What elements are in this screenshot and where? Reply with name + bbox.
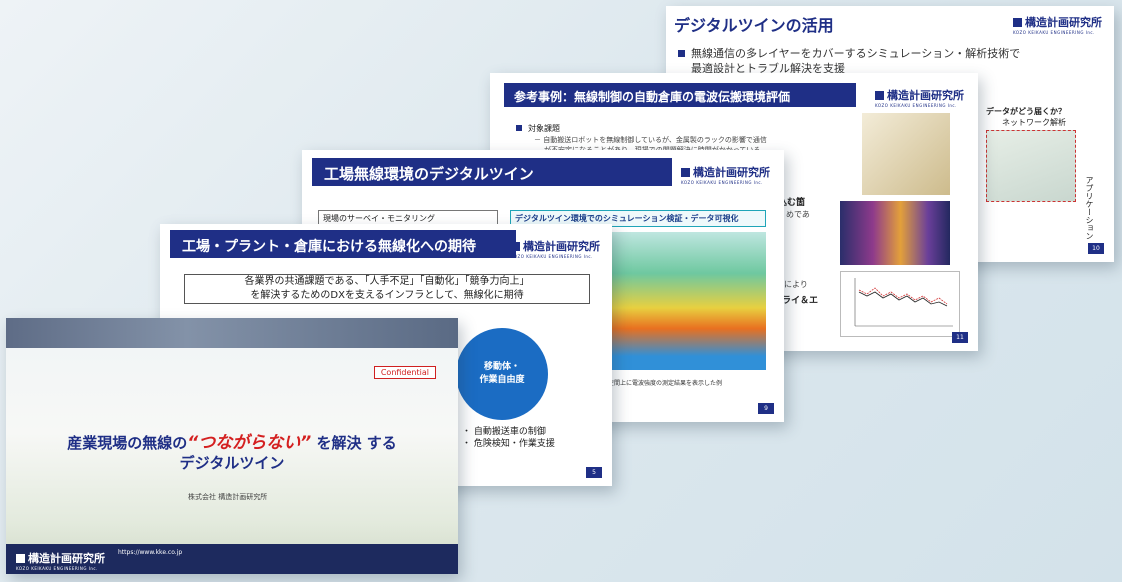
rack-model-image: [862, 113, 950, 195]
slide-title-bar: 工場・プラント・倉庫における無線化への期待: [170, 230, 516, 258]
slide-title-bar: 参考事例：無線制御の自動倉庫の電波伝搬環境評価: [504, 83, 856, 107]
company-logo: 構造計画研究所 KOZO KEIKAKU ENGINEERING Inc.: [16, 552, 105, 571]
page-number: 11: [952, 332, 968, 343]
company-logo: 構造計画研究所 KOZO KEIKAKU ENGINEERING Inc.: [875, 89, 964, 108]
cover-subtitle: デジタルツイン: [179, 454, 285, 472]
company-logo: 構造計画研究所 KOZO KEIKAKU ENGINEERING Inc.: [511, 240, 600, 259]
slide-title-bar: 工場無線環境のデジタルツイン: [312, 158, 672, 186]
question-label: データがどう届くか？ ネットワーク解析: [986, 107, 1066, 127]
confidential-badge: Confidential: [373, 366, 436, 379]
fragment-text: ライ＆エ: [782, 296, 819, 306]
bullet-heading: 対象課題: [516, 123, 560, 134]
slide-title: デジタルツインの活用: [674, 16, 834, 35]
caption: る空間上に電波強度の測定結果を表示した例: [602, 380, 723, 387]
list-item: ・ 自動搬送車の制御: [462, 427, 546, 437]
mobility-circle: 移動体・ 作業自由度: [456, 328, 548, 420]
benefit-list: ・ 自動搬送車の制御 ・ 危険検知・作業支援: [462, 426, 555, 450]
page-number: 9: [758, 403, 774, 414]
list-item: ・ 危険検知・作業支援: [462, 439, 555, 449]
summary-box: 各業界の共通課題である、「人手不足」「自動化」「競争力向上」 を解決するためのD…: [184, 274, 590, 304]
graph-image: [840, 271, 960, 337]
footer-bar: 構造計画研究所 KOZO KEIKAKU ENGINEERING Inc. ht…: [6, 544, 458, 574]
fragment-text: めであ: [786, 210, 810, 219]
page-number: 10: [1088, 243, 1104, 254]
slide-title: 工場無線環境のデジタルツイン: [324, 165, 534, 183]
application-label: アプリケーション: [1085, 176, 1094, 240]
company-name: 株式会社 構造計画研究所: [188, 493, 268, 501]
graph-plot: [854, 278, 953, 327]
factory-photo-strip: [6, 318, 458, 348]
signal-heatmap-image: [602, 232, 766, 370]
network-diagram-image: [986, 130, 1076, 202]
heatmap-image: [840, 201, 950, 265]
bullet-text: 無線通信の多レイヤーをカバーするシミュレーション・解析技術で 最適設計とトラブル…: [678, 46, 1020, 76]
company-logo: 構造計画研究所 KOZO KEIKAKU ENGINEERING Inc.: [681, 166, 770, 185]
company-logo: 構造計画研究所 KOZO KEIKAKU ENGINEERING Inc.: [1013, 16, 1102, 35]
slide-title: 工場・プラント・倉庫における無線化への期待: [182, 239, 476, 255]
slide-title: 参考事例：無線制御の自動倉庫の電波伝搬環境評価: [514, 90, 791, 104]
page-number: 5: [586, 467, 602, 478]
slide-cover: Confidential 産業現場の無線の“つながらない” を解決 する デジタ…: [6, 318, 458, 574]
website-link[interactable]: https://www.kke.co.jp: [118, 549, 182, 556]
cover-title: 産業現場の無線の“つながらない” を解決 する: [67, 433, 397, 453]
